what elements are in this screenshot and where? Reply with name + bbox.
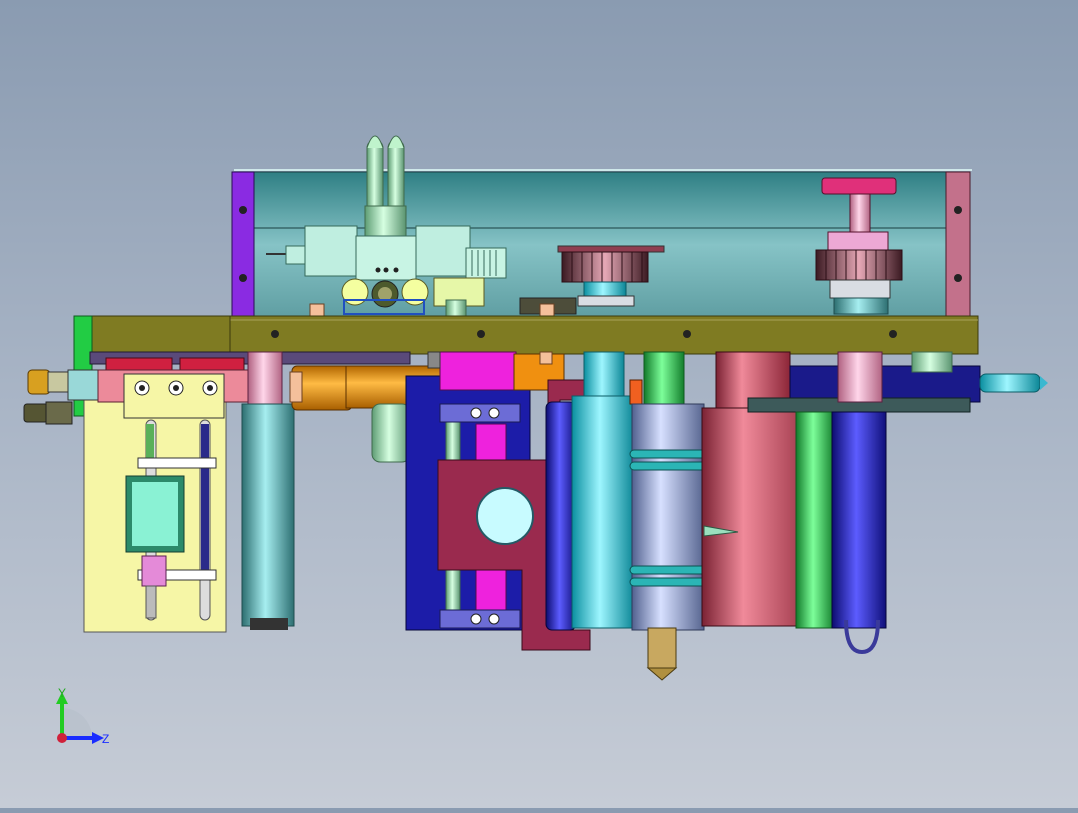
triad-graphic: [56, 692, 104, 744]
y-axis-label: Y: [58, 686, 67, 700]
hex-nut: [427, 351, 441, 369]
z-axis-label: Z: [102, 732, 110, 746]
triad-quadrant: [62, 708, 92, 738]
left-air-fittings: [23, 369, 73, 425]
base-plate: [227, 315, 979, 355]
teal-cylinder-left: [241, 351, 295, 630]
assembly-drawing: [23, 135, 1048, 681]
right-side-plate: [945, 171, 971, 319]
green-damper: [371, 403, 411, 463]
coordinate-triad: Y Z: [40, 680, 130, 760]
origin-marker: [57, 733, 67, 743]
left-side-plate: [231, 171, 255, 319]
cad-viewport[interactable]: Y Z: [0, 0, 1078, 808]
pin: [539, 351, 553, 365]
